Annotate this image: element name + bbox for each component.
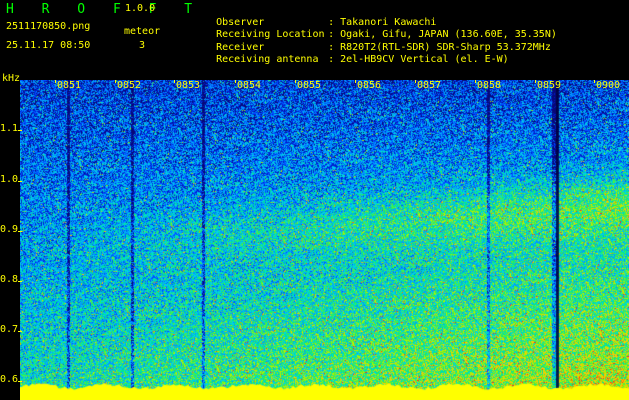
info-key: Receiver: [216, 41, 265, 53]
y-tick-mark: [18, 281, 22, 282]
info-key: Observer: [216, 16, 265, 28]
x-tick-label: 0855: [297, 80, 322, 91]
y-tick-mark: [18, 331, 22, 332]
header-panel: H R O F F T 1.0.0 2511170850.png 25.11.1…: [0, 0, 629, 80]
info-value: R820T2(RTL-SDR) SDR-Sharp 53.372MHz: [340, 41, 551, 53]
x-tick-mark: [535, 80, 536, 83]
app-version: 1.0.0: [125, 3, 156, 14]
x-tick-mark: [55, 80, 56, 83]
x-tick-mark: [355, 80, 356, 83]
y-axis-unit: kHz: [2, 73, 21, 84]
y-tick-mark: [18, 130, 22, 131]
info-key: Receiving antenna: [216, 54, 319, 65]
detection-mode: meteor: [124, 26, 161, 37]
x-tick-label: 0856: [357, 80, 382, 91]
x-tick-mark: [415, 80, 416, 83]
info-value: Ogaki, Gifu, JAPAN (136.60E, 35.35N): [340, 29, 557, 40]
station-info: Observer: Takanori Kawachi Receiving Loca…: [180, 4, 557, 66]
info-separator: :: [328, 41, 335, 53]
spectrogram-canvas-area: [20, 80, 629, 400]
info-key: Receiving Location: [216, 29, 325, 40]
info-separator: :: [328, 29, 335, 40]
y-tick-mark: [18, 381, 22, 382]
x-tick-mark: [295, 80, 296, 83]
y-tick-mark: [18, 231, 22, 232]
x-tick-mark: [475, 80, 476, 83]
y-tick-label: 0.7: [0, 324, 19, 335]
x-tick-mark: [174, 80, 175, 83]
y-tick-label: 1.0: [0, 174, 19, 185]
x-tick-mark: [115, 80, 116, 83]
image-filename: 2511170850.png: [6, 21, 91, 32]
info-separator: :: [328, 16, 335, 28]
info-row-observer: Observer: Takanori Kawachi: [180, 4, 557, 28]
capture-timestamp: 25.11.17 08:50: [6, 40, 91, 51]
x-tick-mark: [594, 80, 595, 83]
spectrogram-image: [20, 80, 629, 400]
y-tick-label: 0.8: [0, 274, 19, 285]
info-value: Takanori Kawachi: [340, 16, 437, 28]
y-tick-label: 1.1: [0, 123, 19, 134]
x-tick-label: 0852: [117, 80, 142, 91]
x-tick-label: 0853: [176, 80, 201, 91]
info-separator: :: [328, 54, 335, 65]
x-tick-label: 0854: [237, 80, 262, 91]
app-logo: H R O F F T: [6, 2, 203, 17]
y-tick-label: 0.9: [0, 224, 19, 235]
y-tick-label: 0.6: [0, 374, 19, 385]
x-tick-label: 0859: [537, 80, 562, 91]
x-tick-mark: [235, 80, 236, 83]
x-tick-label: 0857: [417, 80, 442, 91]
x-tick-label: 0858: [477, 80, 502, 91]
x-tick-label: 0851: [57, 80, 82, 91]
info-value: 2el-HB9CV Vertical (el. E-W): [340, 54, 509, 65]
x-tick-label: 0900: [596, 80, 621, 91]
meteor-count: 3: [139, 40, 146, 51]
y-tick-mark: [18, 181, 22, 182]
